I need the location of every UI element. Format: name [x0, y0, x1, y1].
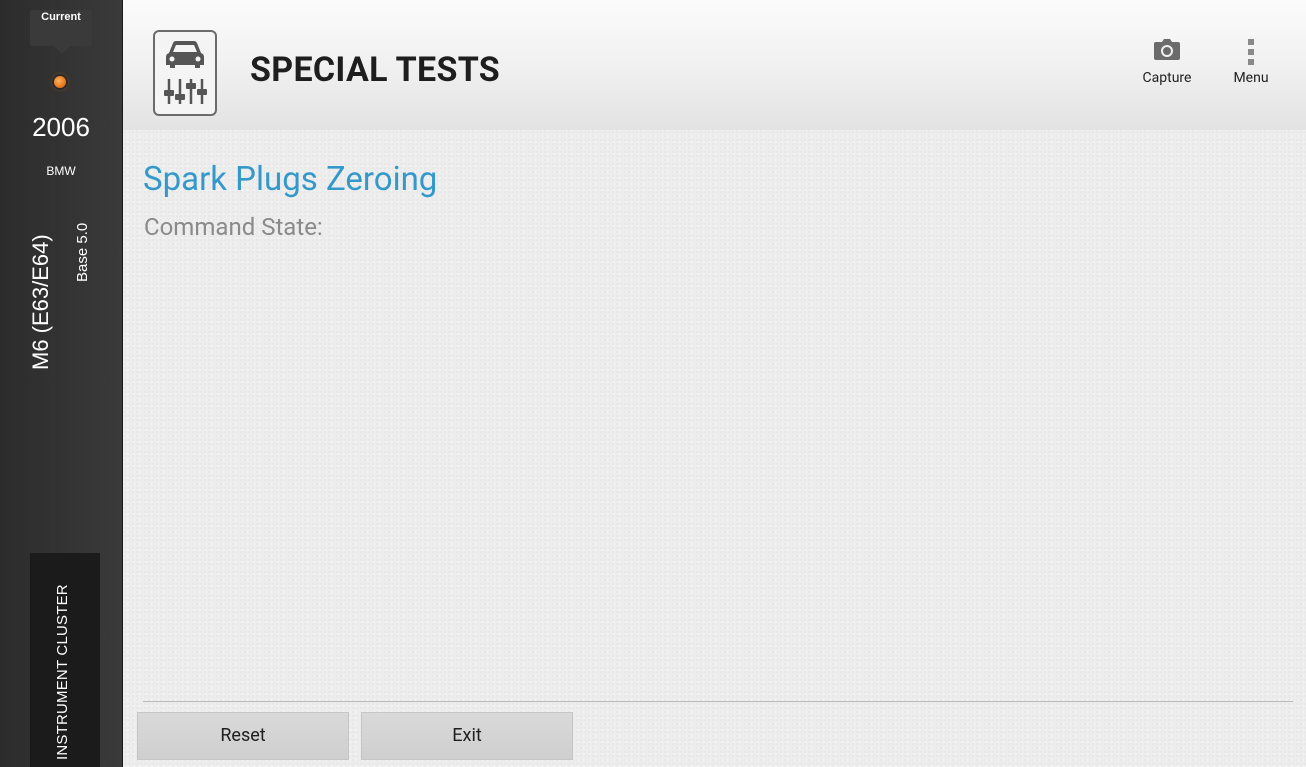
capture-label: Capture: [1142, 70, 1192, 86]
vehicle-model: M6 (E63/E64): [28, 234, 53, 370]
more-vertical-icon: [1221, 36, 1281, 70]
module-label: INSTRUMENT CLUSTER: [54, 584, 71, 760]
camera-icon: [1131, 36, 1203, 70]
menu-button[interactable]: Menu: [1221, 36, 1281, 86]
exit-button[interactable]: Exit: [361, 712, 573, 760]
page-title: SPECIAL TESTS: [250, 50, 501, 90]
connection-status-icon: [54, 76, 66, 88]
vehicle-year: 2006: [32, 112, 90, 142]
car-adjustment-icon: [153, 30, 217, 116]
menu-label: Menu: [1233, 70, 1269, 86]
command-state-label: Command State:: [144, 213, 323, 241]
vehicle-sidebar: Current 2006 BMW M6 (E63/E64) Base 5.0 I…: [0, 0, 123, 767]
current-label: Current: [41, 11, 81, 23]
header-bar: SPECIAL TESTS Capture Menu: [123, 0, 1306, 130]
main-content: Spark Plugs Zeroing Command State: Reset…: [123, 130, 1306, 767]
vehicle-make: BMW: [46, 164, 76, 178]
vehicle-trim: Base 5.0: [74, 222, 91, 282]
divider: [143, 701, 1293, 702]
reset-button[interactable]: Reset: [137, 712, 349, 760]
test-title: Spark Plugs Zeroing: [143, 160, 438, 199]
capture-button[interactable]: Capture: [1131, 36, 1203, 86]
